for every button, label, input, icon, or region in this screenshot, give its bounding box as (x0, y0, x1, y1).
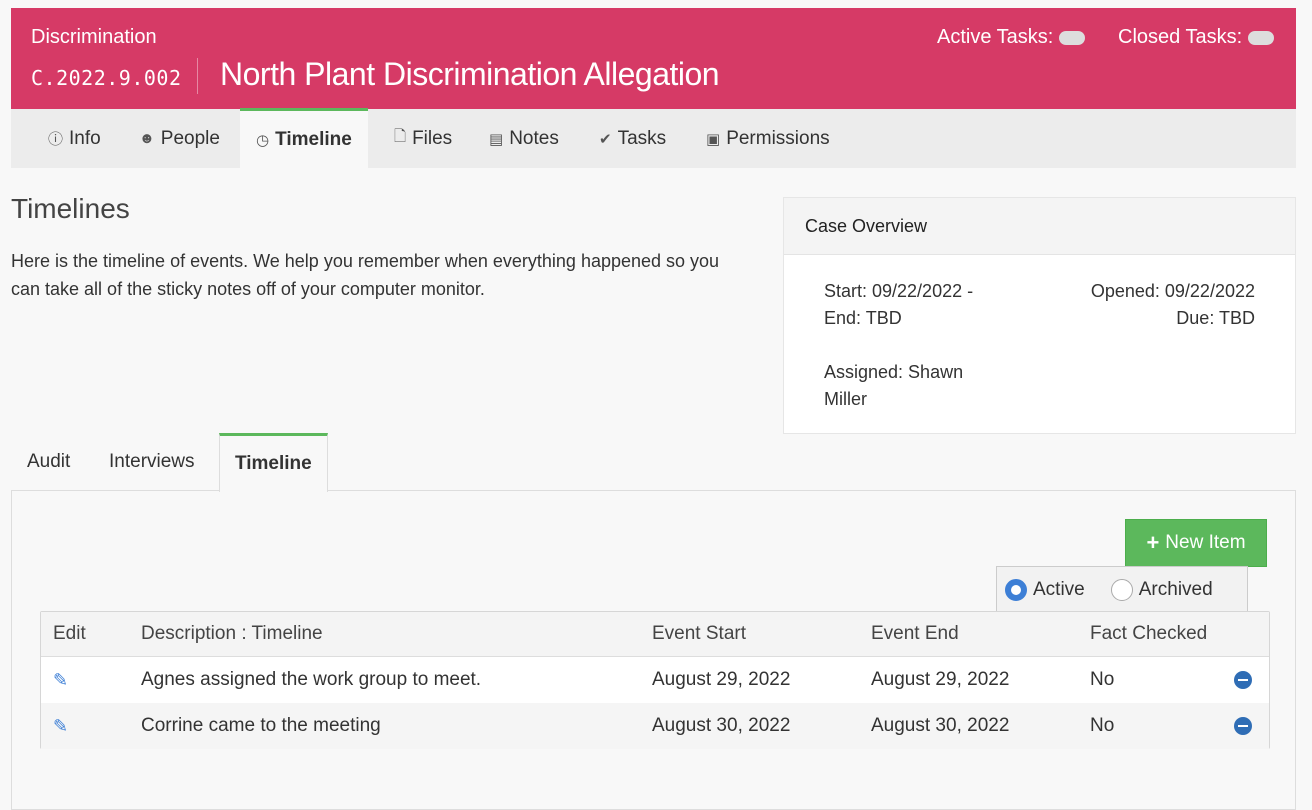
new-item-button[interactable]: + New Item (1125, 519, 1267, 567)
case-overview-title: Case Overview (784, 198, 1295, 255)
edit-row-button[interactable]: ✎ (53, 703, 68, 749)
subtab-timeline[interactable]: Timeline (219, 433, 328, 492)
tab-people[interactable]: ☻ People (139, 109, 220, 168)
minus-circle-icon[interactable] (1234, 717, 1252, 735)
plus-icon: + (1146, 530, 1160, 555)
overview-due: Due: TBD (1176, 308, 1255, 328)
title-divider (197, 58, 198, 94)
radio-active-label: Active (1033, 578, 1085, 600)
remove-row-button[interactable] (1234, 703, 1252, 749)
tab-permissions-label: Permissions (726, 127, 830, 149)
radio-archived-dot[interactable] (1110, 578, 1133, 601)
tab-notes-label: Notes (509, 127, 559, 149)
tab-tasks-label: Tasks (617, 127, 667, 149)
active-tasks-badge (1059, 30, 1086, 45)
remove-row-button[interactable] (1234, 657, 1252, 703)
subtab-audit[interactable]: Audit (27, 433, 70, 491)
page-title: Timelines (11, 193, 130, 224)
book-icon: ▤ (489, 130, 504, 148)
tab-info[interactable]: ⓘ Info (48, 109, 101, 168)
tab-tasks[interactable]: ✔ Tasks (599, 109, 666, 168)
status-filter: Active Archived (996, 566, 1248, 612)
page-intro: Here is the timeline of events. We help … (11, 251, 720, 299)
case-nav: ⓘ Info ☻ People ◷ Timeline 🗋 Files ▤ Not… (11, 108, 1296, 168)
minus-circle-icon[interactable] (1234, 671, 1252, 689)
file-icon: 🗋 (394, 128, 407, 145)
col-event-start[interactable]: Event Start (652, 612, 746, 656)
closed-tasks-badge (1248, 30, 1275, 45)
row-fact-checked: No (1090, 669, 1115, 690)
tab-info-label: Info (69, 127, 101, 149)
subtab-interviews[interactable]: Interviews (109, 433, 195, 491)
new-item-label: New Item (1165, 532, 1246, 553)
row-event-start: August 29, 2022 (652, 669, 791, 690)
radio-archived-label: Archived (1138, 578, 1213, 600)
clock-icon: ◷ (256, 131, 270, 149)
timeline-table: Edit Description : Timeline Event Start … (40, 611, 1270, 749)
case-type: Discrimination (31, 26, 157, 48)
col-edit: Edit (53, 623, 86, 644)
lock-icon: ▣ (706, 130, 721, 148)
table-header: Edit Description : Timeline Event Start … (41, 612, 1269, 657)
check-icon: ✔ (599, 130, 612, 148)
radio-archived[interactable]: Archived (1110, 578, 1213, 601)
row-event-end: August 30, 2022 (871, 715, 1010, 736)
case-number: C.2022.9.002 (31, 66, 182, 90)
closed-tasks: Closed Tasks: (1118, 26, 1275, 49)
tab-timeline[interactable]: ◷ Timeline (240, 108, 368, 168)
tab-files-label: Files (412, 127, 453, 149)
info-icon: ⓘ (48, 131, 64, 148)
case-header: Discrimination C.2022.9.002 North Plant … (11, 8, 1296, 109)
overview-start: Start: 09/22/2022 - (824, 281, 974, 301)
overview-end: End: TBD (824, 308, 902, 328)
active-tasks: Active Tasks: (937, 26, 1086, 49)
table-row: ✎ Corrine came to the meeting August 30,… (41, 703, 1269, 749)
col-description[interactable]: Description : Timeline (141, 612, 323, 656)
col-event-end[interactable]: Event End (871, 612, 959, 656)
row-event-end: August 29, 2022 (871, 669, 1010, 690)
closed-tasks-label: Closed Tasks: (1118, 26, 1243, 48)
user-icon: ☻ (139, 130, 155, 147)
row-fact-checked: No (1090, 715, 1115, 736)
radio-active-dot[interactable] (1005, 578, 1027, 601)
active-tasks-label: Active Tasks: (937, 26, 1054, 48)
case-title: North Plant Discrimination Allegation (220, 56, 720, 92)
row-description: Corrine came to the meeting (141, 715, 381, 736)
tab-people-label: People (160, 127, 220, 149)
tab-timeline-label: Timeline (275, 128, 352, 150)
case-overview-card: Case Overview Start: 09/22/2022 - End: T… (783, 197, 1296, 434)
edit-icon[interactable]: ✎ (53, 670, 68, 691)
edit-row-button[interactable]: ✎ (53, 657, 68, 703)
tab-permissions[interactable]: ▣ Permissions (706, 109, 830, 168)
overview-opened: Opened: 09/22/2022 (1090, 281, 1255, 301)
col-fact-checked[interactable]: Fact Checked (1090, 612, 1207, 656)
radio-active[interactable]: Active (1005, 578, 1085, 601)
overview-assigned: Assigned: Shawn (824, 362, 964, 382)
row-event-start: August 30, 2022 (652, 715, 791, 736)
tab-files[interactable]: 🗋 Files (394, 109, 452, 168)
tab-notes[interactable]: ▤ Notes (489, 109, 559, 168)
table-row: ✎ Agnes assigned the work group to meet.… (41, 657, 1269, 703)
row-description: Agnes assigned the work group to meet. (141, 669, 482, 690)
overview-assigned-name: Miller (824, 389, 867, 409)
edit-icon[interactable]: ✎ (53, 716, 68, 737)
